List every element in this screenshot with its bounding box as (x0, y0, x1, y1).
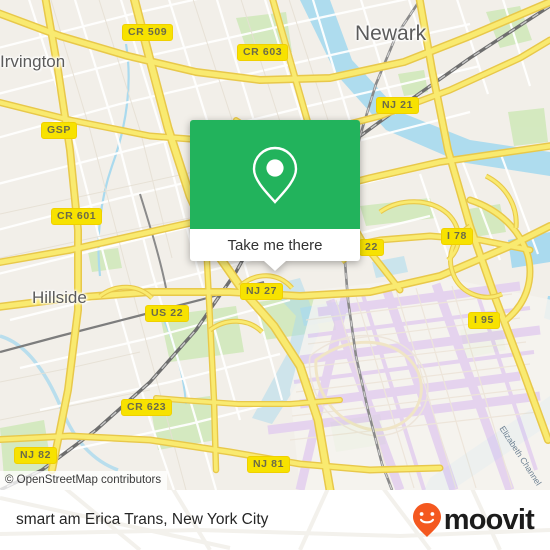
place-label-irvington: Irvington (0, 52, 66, 71)
moovit-wordmark: moovit (443, 503, 535, 536)
place-label-hillside: Hillside (32, 288, 87, 307)
moovit-smiley-pin-icon (412, 503, 441, 537)
shield-cr-623[interactable]: CR 623 (121, 399, 173, 416)
location-caption: smart am Erica Trans, New York City (16, 511, 269, 528)
shield-22[interactable]: 22 (359, 239, 384, 256)
footer-bar: smart am Erica Trans, New York City moov… (0, 490, 550, 550)
popup-pointer-tail (264, 261, 286, 271)
shield-nj-82[interactable]: NJ 82 (14, 447, 58, 464)
map-screenshot: Newark Irvington Hillside Elizabeth Chan… (0, 0, 550, 550)
shield-nj-81[interactable]: NJ 81 (247, 456, 291, 473)
shield-cr-509[interactable]: CR 509 (122, 24, 174, 41)
take-me-there-popup[interactable]: Take me there (190, 120, 360, 271)
shield-nj-21[interactable]: NJ 21 (376, 97, 420, 114)
map-pin-icon (252, 146, 298, 204)
shield-gsp[interactable]: GSP (41, 122, 77, 139)
shield-nj-27[interactable]: NJ 27 (240, 283, 284, 300)
moovit-logo[interactable]: moovit (412, 502, 535, 538)
popup-header (190, 120, 360, 229)
place-label-newark: Newark (355, 22, 427, 45)
map-canvas[interactable]: Newark Irvington Hillside Elizabeth Chan… (0, 0, 550, 490)
shield-i-78[interactable]: I 78 (441, 228, 473, 245)
popup-footer[interactable]: Take me there (190, 229, 360, 261)
shield-cr-601[interactable]: CR 601 (51, 208, 103, 225)
shield-i-95[interactable]: I 95 (468, 312, 500, 329)
shield-cr-603[interactable]: CR 603 (237, 44, 289, 61)
take-me-there-label: Take me there (227, 236, 323, 254)
shield-us-22[interactable]: US 22 (145, 305, 190, 322)
osm-attribution[interactable]: © OpenStreetMap contributors (0, 471, 168, 490)
